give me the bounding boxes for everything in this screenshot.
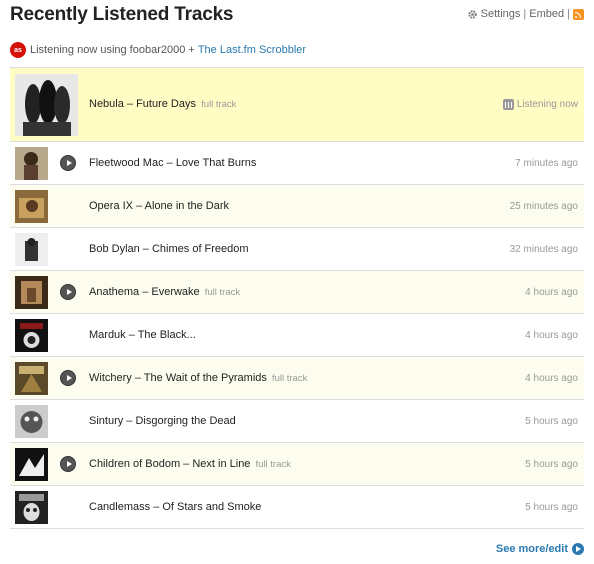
track-row[interactable]: Opera IX – Alone in the Dark 25 minutes …	[10, 185, 584, 228]
gear-icon[interactable]	[467, 9, 478, 20]
play-icon[interactable]	[60, 155, 76, 171]
play-icon[interactable]	[60, 456, 76, 472]
album-art[interactable]	[15, 74, 78, 136]
track-title[interactable]: Anathema – Everwake full track	[89, 286, 240, 298]
separator: |	[567, 8, 570, 20]
now-playing-row[interactable]: Nebula – Future Days full track Listenin…	[10, 68, 584, 142]
track-title[interactable]: Candlemass – Of Stars and Smoke	[89, 501, 261, 513]
track-name[interactable]: Nebula – Future Days	[89, 98, 196, 110]
track-name[interactable]: Fleetwood Mac – Love That Burns	[89, 157, 256, 169]
lastfm-logo-icon: as	[10, 42, 26, 58]
album-art[interactable]	[15, 491, 48, 524]
track-row[interactable]: Sintury – Disgorging the Dead 5 hours ag…	[10, 400, 584, 443]
see-more-label[interactable]: See more/edit	[496, 543, 568, 555]
timestamp: 5 hours ago	[525, 416, 578, 427]
track-name[interactable]: Children of Bodom – Next in Line	[89, 458, 250, 470]
track-title[interactable]: Sintury – Disgorging the Dead	[89, 415, 236, 427]
track-name[interactable]: Anathema – Everwake	[89, 286, 200, 298]
see-more-link[interactable]: See more/edit	[496, 543, 584, 555]
timestamp: 7 minutes ago	[515, 158, 578, 169]
play-icon[interactable]	[60, 284, 76, 300]
track-row[interactable]: Fleetwood Mac – Love That Burns 7 minute…	[10, 142, 584, 185]
timestamp: 32 minutes ago	[509, 244, 578, 255]
timestamp: 5 hours ago	[525, 459, 578, 470]
timestamp: 4 hours ago	[525, 330, 578, 341]
track-name[interactable]: Opera IX – Alone in the Dark	[89, 200, 229, 212]
equalizer-icon	[502, 99, 514, 110]
settings-link[interactable]: Settings	[481, 8, 521, 20]
album-art[interactable]	[15, 147, 48, 180]
full-track-label[interactable]: full track	[272, 373, 307, 384]
album-art[interactable]	[15, 276, 48, 309]
timestamp: 25 minutes ago	[509, 201, 578, 212]
timestamp: 4 hours ago	[525, 373, 578, 384]
track-row[interactable]: Bob Dylan – Chimes of Freedom 32 minutes…	[10, 228, 584, 271]
status-text: Listening now	[516, 99, 578, 110]
play-icon[interactable]	[60, 370, 76, 386]
track-title[interactable]: Nebula – Future Days full track	[89, 98, 236, 110]
album-art[interactable]	[15, 233, 48, 266]
track-title[interactable]: Opera IX – Alone in the Dark	[89, 200, 229, 212]
embed-link[interactable]: Embed	[529, 8, 564, 20]
album-art[interactable]	[15, 405, 48, 438]
full-track-label[interactable]: full track	[205, 287, 240, 298]
rss-icon[interactable]	[573, 8, 584, 20]
widget-header: Recently Listened Tracks Settings | Embe…	[10, 2, 584, 30]
track-name[interactable]: Witchery – The Wait of the Pyramids	[89, 372, 267, 384]
timestamp: 4 hours ago	[525, 287, 578, 298]
separator: |	[523, 8, 527, 20]
track-row[interactable]: Witchery – The Wait of the Pyramids full…	[10, 357, 584, 400]
header-toolbar: Settings | Embed |	[467, 8, 584, 20]
track-title[interactable]: Bob Dylan – Chimes of Freedom	[89, 243, 249, 255]
track-row[interactable]: Children of Bodom – Next in Line full tr…	[10, 443, 584, 486]
arrow-right-icon[interactable]	[572, 543, 584, 555]
track-name[interactable]: Bob Dylan – Chimes of Freedom	[89, 243, 249, 255]
listening-now-status: Listening now	[502, 99, 578, 110]
scrobbler-text: Listening now using foobar2000 +	[30, 44, 195, 56]
album-art[interactable]	[15, 362, 48, 395]
track-row[interactable]: Marduk – The Black... 4 hours ago	[10, 314, 584, 357]
track-title[interactable]: Witchery – The Wait of the Pyramids full…	[89, 372, 307, 384]
timestamp: 5 hours ago	[525, 502, 578, 513]
album-art[interactable]	[15, 319, 48, 352]
full-track-label[interactable]: full track	[256, 459, 291, 470]
album-art[interactable]	[15, 190, 48, 223]
track-row[interactable]: Anathema – Everwake full track 4 hours a…	[10, 271, 584, 314]
scrobbler-status: as Listening now using foobar2000 + The …	[10, 42, 306, 58]
album-art[interactable]	[15, 448, 48, 481]
full-track-label[interactable]: full track	[201, 99, 236, 110]
scrobbler-link[interactable]: The Last.fm Scrobbler	[198, 44, 306, 56]
track-name[interactable]: Candlemass – Of Stars and Smoke	[89, 501, 261, 513]
track-title[interactable]: Marduk – The Black...	[89, 329, 196, 341]
page-title: Recently Listened Tracks	[10, 4, 234, 25]
track-name[interactable]: Marduk – The Black...	[89, 329, 196, 341]
track-title[interactable]: Fleetwood Mac – Love That Burns	[89, 157, 256, 169]
track-row[interactable]: Candlemass – Of Stars and Smoke 5 hours …	[10, 486, 584, 529]
track-title[interactable]: Children of Bodom – Next in Line full tr…	[89, 458, 291, 470]
track-list: Nebula – Future Days full track Listenin…	[10, 67, 584, 529]
track-name[interactable]: Sintury – Disgorging the Dead	[89, 415, 236, 427]
